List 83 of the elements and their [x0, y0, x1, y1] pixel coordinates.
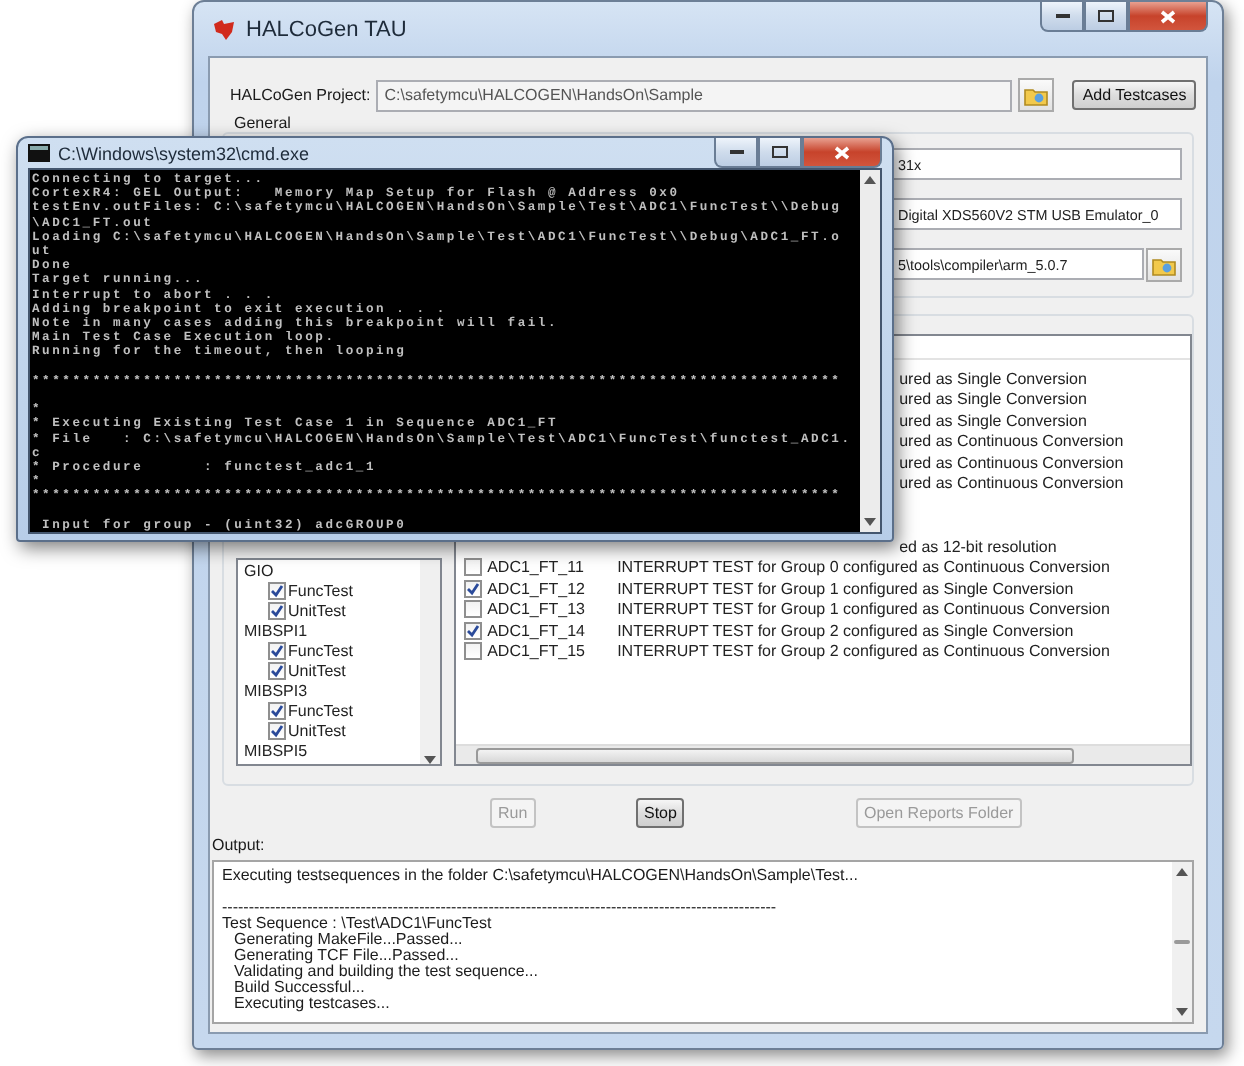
tree-item[interactable]: UnitTest	[288, 601, 346, 619]
checkbox[interactable]	[463, 600, 482, 619]
output-line: Test Sequence : \Test\ADC1\FuncTest	[222, 916, 492, 932]
table-cell: INTERRUPT TEST for Group 1 configured as Continuous Conversion	[617, 600, 1110, 619]
up-arrow-icon[interactable]	[864, 176, 876, 184]
table-cell: ured as Continuous Conversion	[899, 432, 1124, 451]
close-button[interactable]	[802, 138, 882, 168]
vertical-scrollbar[interactable]	[419, 560, 440, 764]
checkbox[interactable]	[268, 581, 286, 599]
table-cell: ured as Single Conversion	[899, 411, 1087, 430]
table-cell: ed as 12-bit resolution	[899, 537, 1057, 556]
maximize-icon	[1098, 10, 1114, 22]
checkbox[interactable]	[463, 621, 482, 640]
tree-item[interactable]: FuncTest	[288, 581, 353, 599]
tree-item[interactable]: UnitTest	[288, 661, 346, 679]
table-cell: INTERRUPT TEST for Group 2 configured as Continuous Conversion	[617, 642, 1110, 661]
tree-item[interactable]: MIBSPI3	[244, 681, 308, 699]
output-label: Output:	[212, 836, 267, 854]
add-testcases-button[interactable]: Add Testcases	[1072, 80, 1197, 110]
checkbox[interactable]	[268, 721, 286, 739]
checkbox[interactable]	[268, 601, 286, 619]
table-cell-text: ADC1_FT_15	[485, 642, 587, 661]
horizontal-scrollbar[interactable]	[455, 744, 1190, 764]
table-cell-text: ADC1_FT_11	[485, 558, 586, 577]
group-title: General	[234, 114, 291, 132]
close-icon	[834, 145, 850, 159]
project-field[interactable]: C:\safetymcu\HALCOGEN\HandsOn\Sample	[376, 79, 1013, 111]
table-cell: INTERRUPT TEST for Group 1 configured as Single Conversion	[617, 579, 1074, 598]
tree-item[interactable]: UnitTest	[288, 721, 346, 739]
table-cell: ured as Single Conversion	[899, 369, 1087, 388]
output-line: Executing testcases...	[232, 996, 390, 1012]
minimize-button[interactable]	[1040, 2, 1084, 32]
vertical-scrollbar[interactable]	[1172, 862, 1192, 1022]
output-line: Generating TCF File...Passed...	[232, 948, 459, 964]
table-cell: INTERRUPT TEST for Group 0 configured as Continuous Conversion	[617, 558, 1110, 577]
checkbox[interactable]	[463, 558, 482, 577]
minimize-button[interactable]	[714, 138, 758, 168]
checkbox[interactable]	[268, 661, 286, 679]
output-line: Generating MakeFile...Passed...	[232, 932, 463, 948]
maximize-button[interactable]	[1084, 2, 1128, 32]
table-cell: ured as Continuous Conversion	[899, 453, 1124, 472]
close-icon	[1160, 9, 1176, 23]
window-title: C:\Windows\system32\cmd.exe	[58, 143, 310, 163]
output-line: Build Successful...	[232, 980, 365, 996]
vertical-scrollbar[interactable]	[860, 170, 880, 532]
folder-icon	[1024, 85, 1049, 105]
test-tree[interactable]: GIO FuncTest UnitTest MIBSPI1 FuncTest UnitTest MIBSPI3 FuncTest UnitTest MIBSPI5	[236, 558, 442, 766]
tree-item[interactable]: GIO	[244, 561, 274, 579]
up-arrow-icon[interactable]	[1176, 868, 1188, 876]
checkbox[interactable]	[463, 642, 482, 661]
table-cell-text: ADC1_FT_14	[485, 621, 587, 640]
tree-item[interactable]: FuncTest	[288, 701, 353, 719]
browse-button[interactable]	[1018, 78, 1055, 112]
table-cell: ured as Continuous Conversion	[899, 474, 1124, 493]
folder-icon	[1152, 255, 1176, 275]
close-button[interactable]	[1128, 2, 1208, 32]
scroll-thumb[interactable]	[475, 747, 1074, 763]
output-line: Validating and building the test sequence...	[232, 964, 538, 980]
down-arrow-icon[interactable]	[864, 517, 876, 526]
table-cell: ured as Single Conversion	[899, 390, 1087, 409]
action-button[interactable]: Stop	[636, 798, 685, 828]
down-arrow-icon[interactable]	[1176, 1008, 1188, 1016]
maximize-icon	[772, 146, 788, 158]
down-arrow-icon[interactable]	[423, 756, 436, 764]
window-title: HALCoGen TAU	[246, 17, 407, 41]
tree-item[interactable]: MIBSPI5	[244, 741, 308, 759]
table-cell: INTERRUPT TEST for Group 2 configured as Single Conversion	[617, 621, 1074, 640]
output-line: --------------------------------------------------------------------------------------------------------	[222, 900, 777, 916]
maximize-button[interactable]	[758, 138, 802, 168]
checkbox[interactable]	[463, 579, 482, 598]
browse-button[interactable]	[1146, 248, 1182, 282]
tree-item[interactable]: MIBSPI1	[244, 621, 308, 639]
project-label: HALCoGen Project:	[230, 86, 371, 104]
minimize-icon	[729, 149, 743, 155]
table-cell-text: ADC1_FT_13	[485, 600, 587, 619]
output-line: Executing testsequences in the folder C:\safetymcu\HALCOGEN\HandsOn\Sample\Test...	[222, 868, 858, 884]
minimize-icon	[1055, 13, 1069, 19]
logo-icon	[212, 17, 236, 41]
tree-item[interactable]: FuncTest	[288, 641, 353, 659]
checkbox[interactable]	[268, 701, 286, 719]
console-icon	[28, 144, 50, 162]
table-cell-text: ADC1_FT_12	[485, 579, 587, 598]
checkbox[interactable]	[268, 641, 286, 659]
